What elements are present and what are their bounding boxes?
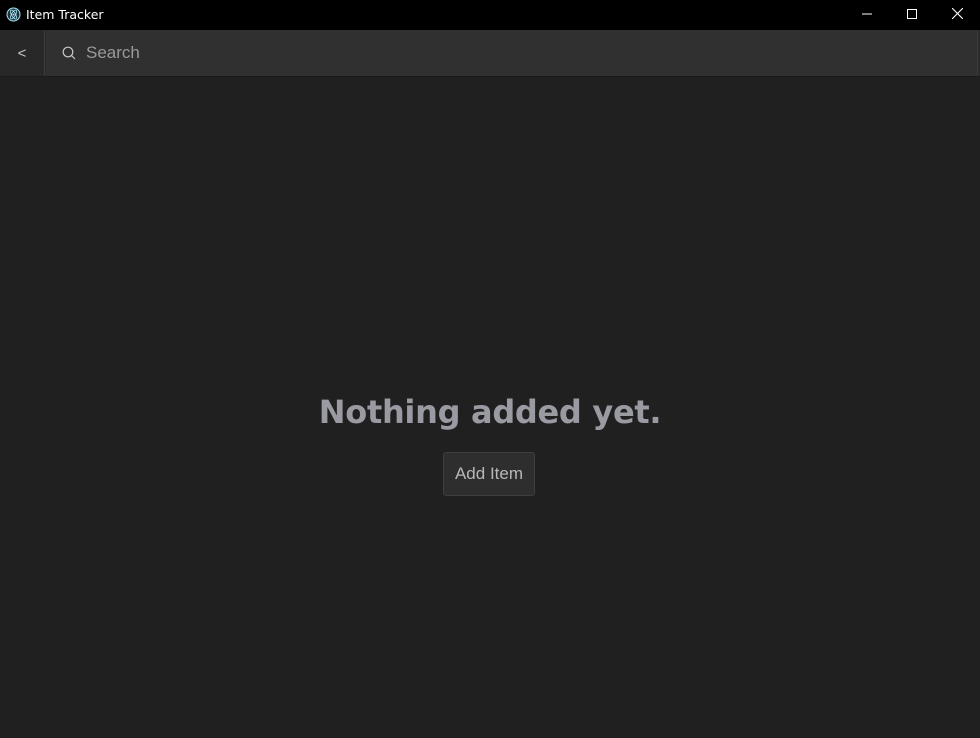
add-item-button[interactable]: Add Item	[443, 452, 535, 496]
app-window: Item Tracker < Search Nothing added yet.…	[0, 0, 980, 738]
close-button[interactable]	[934, 0, 980, 30]
toolbar: <	[0, 30, 980, 77]
minimize-icon	[862, 6, 872, 24]
minimize-button[interactable]	[844, 0, 890, 30]
search-bar[interactable]	[46, 30, 978, 76]
search-input[interactable]	[86, 30, 966, 76]
title-bar: Item Tracker	[0, 0, 980, 30]
app-logo-icon	[6, 7, 21, 22]
window-title: Item Tracker	[26, 7, 104, 22]
back-button[interactable]: <	[0, 30, 45, 76]
search-icon	[62, 46, 76, 60]
maximize-icon	[907, 6, 917, 24]
empty-state-message: Nothing added yet.	[318, 393, 662, 431]
close-icon	[951, 6, 963, 24]
maximize-button[interactable]	[889, 0, 935, 30]
